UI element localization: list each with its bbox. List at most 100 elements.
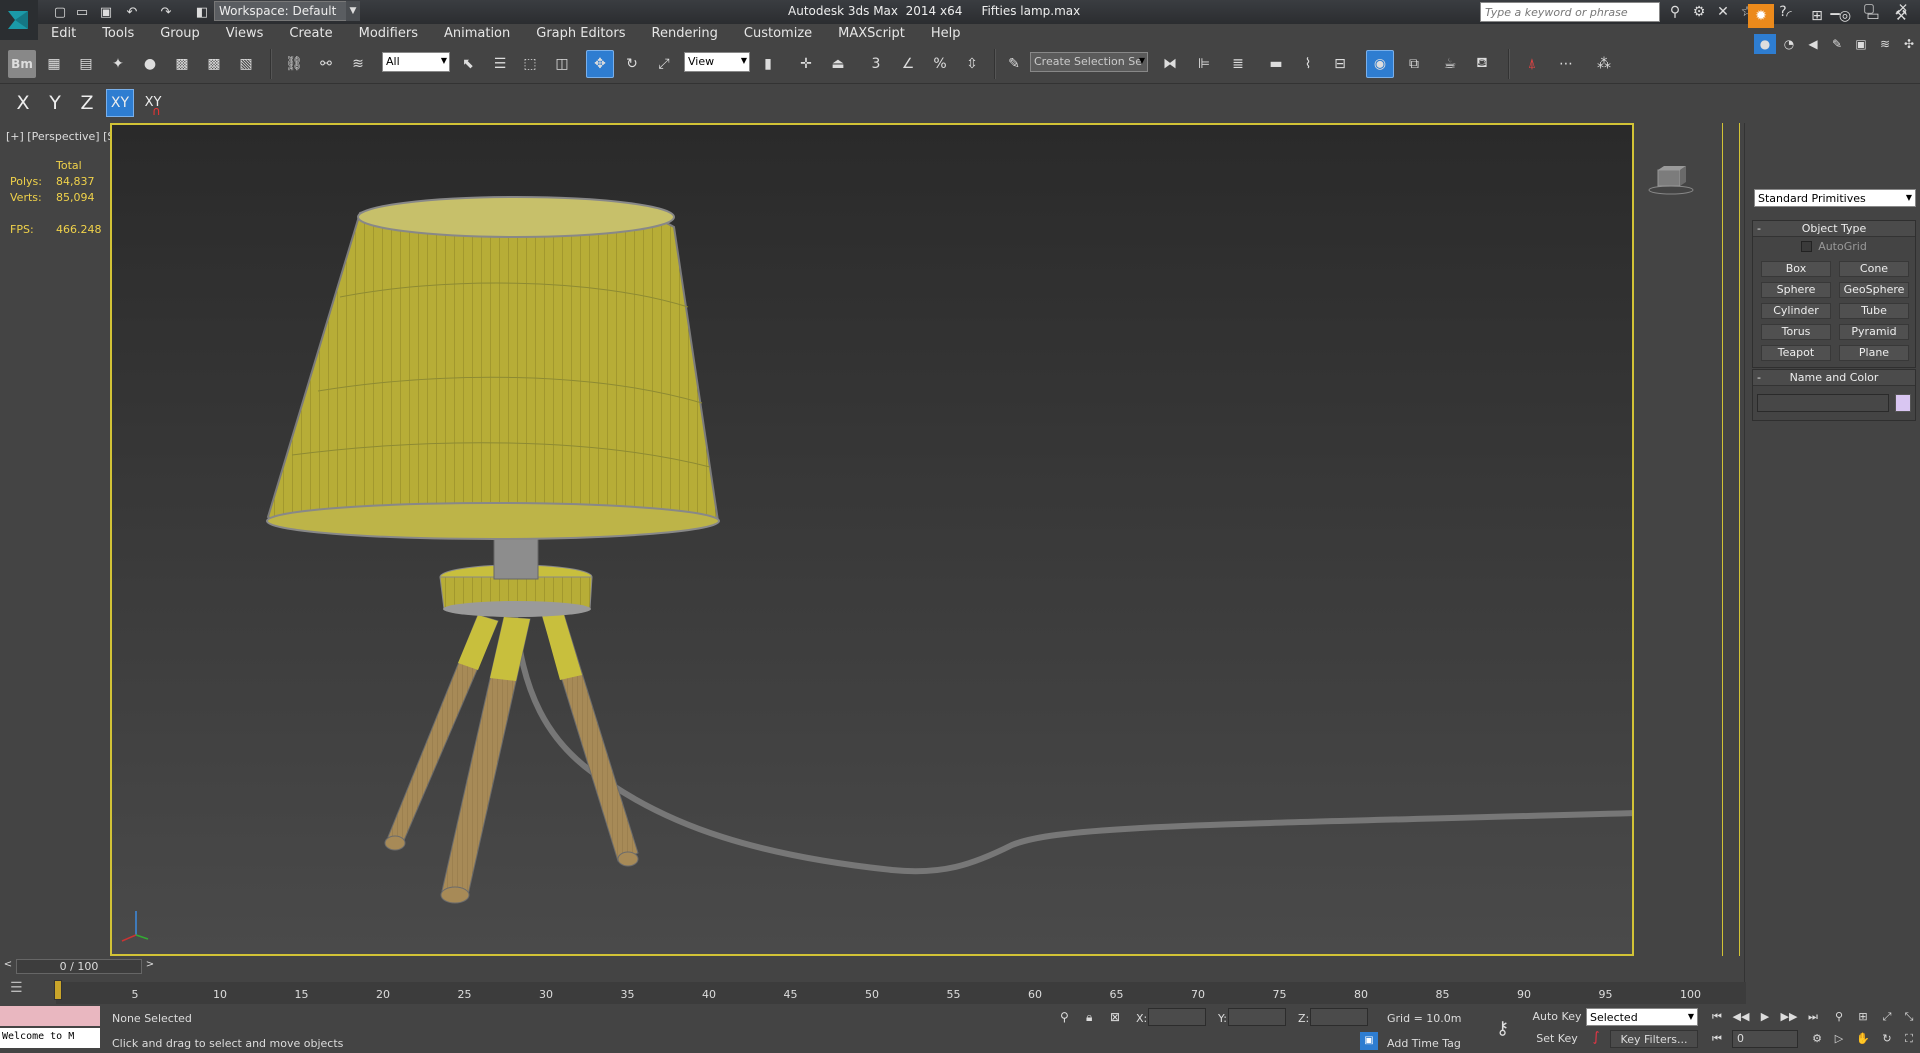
menu-rendering[interactable]: Rendering — [639, 24, 731, 44]
mirror-icon[interactable]: ⧓ — [1156, 50, 1184, 78]
material-icon[interactable]: ▦ — [40, 50, 68, 78]
go-to-end-icon[interactable]: ⏭ — [1802, 1008, 1824, 1026]
sphere-button[interactable]: Sphere — [1761, 282, 1831, 298]
select-object-icon[interactable]: ⬉ — [454, 50, 482, 78]
key-curve-icon[interactable]: ∫ — [1586, 1030, 1606, 1048]
menu-modifiers[interactable]: Modifiers — [346, 24, 431, 44]
play-icon[interactable]: ▶ — [1754, 1008, 1776, 1026]
key-filters-button[interactable]: Key Filters... — [1610, 1030, 1698, 1048]
render-icon[interactable]: ✦ — [104, 50, 132, 78]
pyramid-button[interactable]: Pyramid — [1839, 324, 1909, 340]
object-color-swatch[interactable] — [1895, 394, 1911, 412]
perspective-viewport[interactable] — [110, 123, 1634, 956]
object-type-header[interactable]: - Object Type — [1753, 221, 1915, 237]
maximize-viewport-icon[interactable]: ⛶ — [1898, 1030, 1920, 1048]
reference-coordinate-dropdown[interactable]: View — [684, 52, 750, 72]
lock-selection-icon[interactable]: 🔒︎ — [1086, 1010, 1092, 1025]
geometry-icon[interactable]: ● — [1754, 34, 1776, 54]
lights-icon[interactable]: ◀ — [1802, 34, 1824, 54]
axis-x-button[interactable]: X — [8, 88, 38, 118]
axis-xy-button[interactable]: XY — [106, 89, 134, 117]
selection-filter-dropdown[interactable]: All — [382, 52, 450, 72]
geosphere-button[interactable]: GeoSphere — [1839, 282, 1909, 298]
app-menu-logo[interactable] — [0, 0, 38, 40]
zoom-all-icon[interactable]: ⊞ — [1852, 1008, 1874, 1026]
field-of-view-icon[interactable]: ▷ — [1828, 1030, 1850, 1048]
cameras-icon[interactable]: ✎ — [1826, 34, 1848, 54]
mxw-alt-icon[interactable]: ▩ — [200, 50, 228, 78]
mxs-icon[interactable]: ▤ — [72, 50, 100, 78]
sphere-material-icon[interactable]: ● — [136, 50, 164, 78]
maxscript-listener-input[interactable] — [0, 1006, 100, 1026]
teapot-button[interactable]: Teapot — [1761, 345, 1831, 361]
rectangular-selection-icon[interactable]: ⬚ — [516, 50, 544, 78]
bind-space-warp-icon[interactable]: ≋ — [344, 50, 372, 78]
manipulate-icon[interactable]: ✛ — [792, 50, 820, 78]
time-slider-next-icon[interactable]: > — [144, 959, 156, 973]
keyboard-shortcut-icon[interactable]: ⏏ — [824, 50, 852, 78]
particle-icon[interactable]: ⁂ — [1590, 50, 1618, 78]
time-slider-thumb[interactable]: 0 / 100 — [16, 959, 142, 974]
snap-toggle-icon[interactable]: 3 — [862, 50, 890, 78]
bitmap-icon[interactable]: Bm — [8, 50, 36, 78]
primitive-category-dropdown[interactable]: Standard Primitives — [1754, 189, 1916, 207]
curve-editor-icon[interactable]: ⌇ — [1294, 50, 1322, 78]
time-config-icon[interactable]: ⚙ — [1806, 1030, 1828, 1048]
maxscript-output[interactable]: Welcome to M — [0, 1028, 100, 1048]
viewport-side-ruler[interactable] — [1722, 123, 1740, 956]
zoom-extents-icon[interactable]: ⤢ — [1876, 1008, 1898, 1026]
layer-manager-icon[interactable]: ≣ — [1224, 50, 1252, 78]
torus-button[interactable]: Torus — [1761, 324, 1831, 340]
mini-curve-editor-icon[interactable]: ☰ — [10, 980, 32, 998]
utilities-tab-icon[interactable]: ⚒ — [1888, 4, 1914, 28]
key-icon[interactable]: ⚷ — [1496, 1018, 1509, 1039]
new-file-icon[interactable]: ▢ — [50, 2, 70, 22]
name-color-header[interactable]: - Name and Color — [1753, 370, 1915, 386]
helpers-icon[interactable]: ▣ — [1850, 34, 1872, 54]
link-icon[interactable]: ⛓ — [280, 50, 308, 78]
current-frame-field[interactable]: 0 — [1732, 1030, 1798, 1048]
systems-icon[interactable]: ✣ — [1898, 34, 1920, 54]
object-name-input[interactable] — [1757, 394, 1889, 412]
next-frame-icon[interactable]: ▶▶ — [1778, 1008, 1800, 1026]
subscription-icon[interactable]: ⚙ — [1688, 2, 1710, 22]
menu-create[interactable]: Create — [276, 24, 345, 44]
pan-view-icon[interactable]: ✋ — [1852, 1030, 1874, 1048]
axis-z-button[interactable]: Z — [72, 88, 102, 118]
rendered-frame-icon[interactable]: ☕ — [1436, 50, 1464, 78]
axis-xy-snap-button[interactable]: XY ∩ — [138, 88, 168, 118]
menu-views[interactable]: Views — [213, 24, 277, 44]
undo-icon[interactable]: ↶ — [122, 2, 142, 22]
motion-tab-icon[interactable]: ◎ — [1832, 4, 1858, 28]
menu-graph-editors[interactable]: Graph Editors — [523, 24, 638, 44]
window-crossing-icon[interactable]: ◫ — [548, 50, 576, 78]
isolate-selection-icon[interactable]: ⚲ — [1060, 1010, 1069, 1024]
key-mode-dropdown[interactable]: Selected — [1586, 1008, 1698, 1026]
workspace-dropdown[interactable]: Workspace: Default — [214, 1, 352, 21]
current-frame-marker[interactable] — [54, 980, 62, 1000]
menu-group[interactable]: Group — [147, 24, 213, 44]
box-button[interactable]: Box — [1761, 261, 1831, 277]
display-tab-icon[interactable]: ▭ — [1860, 4, 1886, 28]
zoom-icon[interactable]: ⚲ — [1828, 1008, 1850, 1026]
set-key-button[interactable]: Set Key — [1532, 1030, 1582, 1048]
ruler-icon[interactable]: ⋯ — [1552, 50, 1580, 78]
zoom-extents-all-icon[interactable]: ⤡ — [1898, 1008, 1920, 1026]
auto-key-button[interactable]: Auto Key — [1532, 1008, 1582, 1026]
add-time-tag[interactable]: Add Time Tag — [1387, 1037, 1461, 1050]
schematic-view-icon[interactable]: ⊟ — [1326, 50, 1354, 78]
cylinder-button[interactable]: Cylinder — [1761, 303, 1831, 319]
modify-tab-icon[interactable]: ◜ — [1776, 4, 1802, 28]
tube-button[interactable]: Tube — [1839, 303, 1909, 319]
scale-icon[interactable]: ⤢ — [650, 50, 678, 78]
previous-frame-icon[interactable]: ◀◀ — [1730, 1008, 1752, 1026]
mxw-icon[interactable]: ▩ — [168, 50, 196, 78]
edit-named-selection-icon[interactable]: ✎ — [1000, 50, 1028, 78]
search-input[interactable]: Type a keyword or phrase — [1480, 2, 1660, 22]
angle-snap-icon[interactable]: ∠ — [894, 50, 922, 78]
y-coord-field[interactable] — [1228, 1008, 1286, 1026]
percent-snap-icon[interactable]: % — [926, 50, 954, 78]
plane-button[interactable]: Plane — [1839, 345, 1909, 361]
x-coord-field[interactable] — [1148, 1008, 1206, 1026]
hierarchy-tab-icon[interactable]: ⊞ — [1804, 4, 1830, 28]
